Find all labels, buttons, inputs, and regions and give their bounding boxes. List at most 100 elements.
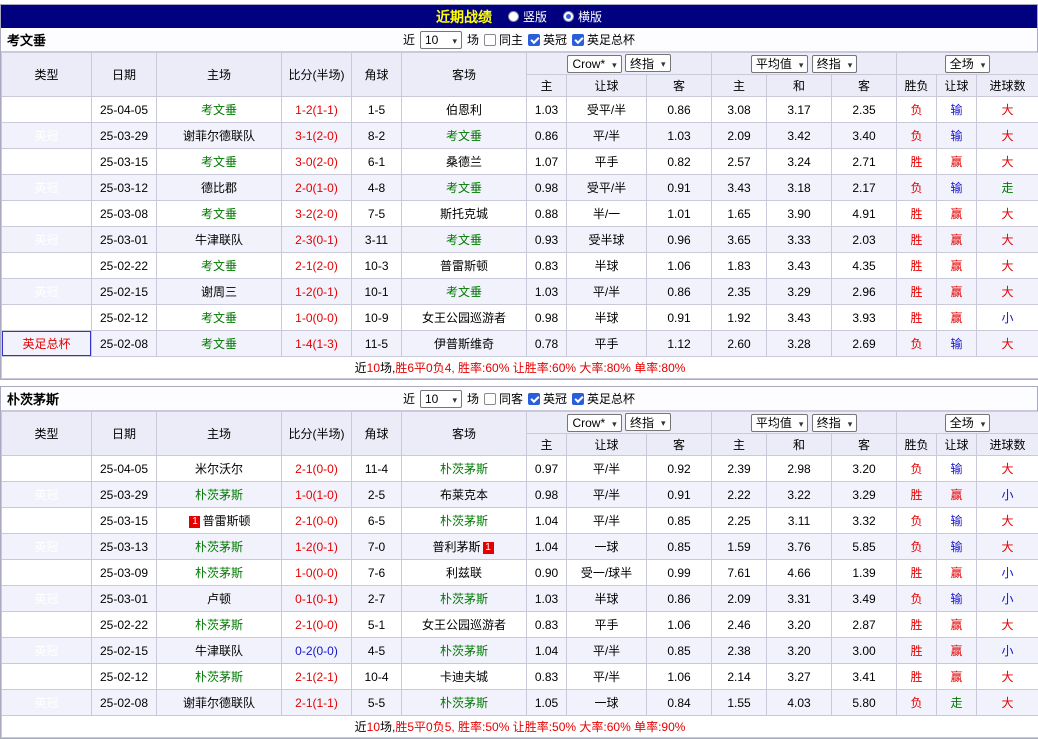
result-wdl: 胜: [897, 482, 937, 508]
checkbox-icon[interactable]: [528, 34, 540, 46]
euro-company-value: 平均值: [756, 55, 792, 72]
euro-odds-home: 1.65: [712, 201, 767, 227]
match-row: 英冠 25-02-15 牛津联队 0-2(0-0) 4-5 朴茨茅斯 1.04 …: [2, 638, 1038, 664]
handicap-odds-away: 0.84: [647, 690, 712, 716]
home-team: 谢周三: [157, 279, 282, 305]
checkbox-icon[interactable]: [572, 393, 584, 405]
competition-badge: 英冠: [2, 612, 92, 638]
euro-odds-home: 2.39: [712, 456, 767, 482]
euro-odds-away: 4.91: [832, 201, 897, 227]
red-card-badge: 1: [189, 516, 200, 528]
match-date: 25-03-01: [92, 227, 157, 253]
competition-badge: 英冠: [2, 638, 92, 664]
col-euro-away: 客: [832, 434, 897, 456]
handicap-odds-away: 0.92: [647, 456, 712, 482]
col-odds-handicap: 让球: [567, 434, 647, 456]
match-row: 英冠 25-03-15 考文垂 3-0(2-0) 6-1 桑德兰 1.07 平手…: [2, 149, 1038, 175]
radio-label: 竖版: [523, 8, 547, 25]
result-total-goals: 大: [977, 123, 1038, 149]
match-row: 英冠 25-04-05 米尔沃尔 2-1(0-0) 11-4 朴茨茅斯 0.97…: [2, 456, 1038, 482]
radio-icon[interactable]: [563, 11, 574, 22]
handicap-odds-away: 0.86: [647, 279, 712, 305]
scope-select[interactable]: 全场: [945, 55, 991, 73]
home-team-name: 牛津联队: [195, 233, 243, 247]
match-row: 英冠 25-02-22 朴茨茅斯 2-1(0-0) 5-1 女王公园巡游者 0.…: [2, 612, 1038, 638]
match-row: 英足总杯 25-02-08 考文垂 1-4(1-3) 11-5 伊普斯维奇 0.…: [2, 331, 1038, 357]
euro-stage-value: 终指: [817, 55, 841, 72]
home-team: 米尔沃尔: [157, 456, 282, 482]
result-total-goals: 大: [977, 508, 1038, 534]
score: 2-3(0-1): [282, 227, 352, 253]
home-team-name: 朴茨茅斯: [195, 670, 243, 684]
match-date: 25-03-12: [92, 175, 157, 201]
euro-stage-select[interactable]: 终指: [812, 55, 858, 73]
layout-radio-vertical[interactable]: 竖版: [508, 8, 547, 25]
odds-stage-select[interactable]: 终指: [625, 413, 671, 431]
competition-badge: 英冠: [2, 253, 92, 279]
col-odds-home: 主: [527, 75, 567, 97]
euro-company-select[interactable]: 平均值: [751, 55, 809, 73]
competition-badge: 英冠: [2, 664, 92, 690]
layout-radio-horizontal[interactable]: 横版: [563, 8, 602, 25]
checkbox-icon[interactable]: [484, 393, 496, 405]
home-team-name: 考文垂: [201, 155, 237, 169]
dropdown-arrow-icon: [661, 56, 666, 70]
competition-badge: 英冠: [2, 279, 92, 305]
checkbox-icon[interactable]: [528, 393, 540, 405]
odds-company-select[interactable]: Crow*: [567, 55, 621, 73]
corners: 10-4: [352, 664, 402, 690]
euro-stage-select[interactable]: 终指: [812, 414, 858, 432]
competition-badge: 英冠: [2, 175, 92, 201]
filter-controls: 近 10 场 同主 英冠 英足总杯: [403, 31, 635, 49]
euro-company-select[interactable]: 平均值: [751, 414, 809, 432]
match-row: 英冠 25-02-22 考文垂 2-1(2-0) 10-3 普雷斯顿 0.83 …: [2, 253, 1038, 279]
result-total-goals: 大: [977, 331, 1038, 357]
same-venue-checkbox[interactable]: 同客: [484, 390, 523, 407]
score: 2-1(2-0): [282, 253, 352, 279]
handicap-odds-home: 1.04: [527, 534, 567, 560]
match-date: 25-03-29: [92, 482, 157, 508]
score: 3-0(2-0): [282, 149, 352, 175]
corners: 7-5: [352, 201, 402, 227]
match-count-select[interactable]: 10: [420, 31, 462, 49]
summary-segment: 场,: [380, 720, 395, 734]
away-team-name: 考文垂: [446, 285, 482, 299]
match-date: 25-02-15: [92, 638, 157, 664]
home-team: 朴茨茅斯: [157, 534, 282, 560]
euro-odds-away: 1.39: [832, 560, 897, 586]
away-team: 考文垂: [402, 227, 527, 253]
col-home: 主场: [157, 53, 282, 97]
handicap-odds-home: 0.83: [527, 664, 567, 690]
match-count-value: 10: [425, 33, 438, 47]
col-result-wdl: 胜负: [897, 434, 937, 456]
checkbox-label: 英足总杯: [587, 31, 635, 48]
checkbox-icon[interactable]: [484, 34, 496, 46]
handicap-odds-home: 1.03: [527, 586, 567, 612]
header-row-1: 类型 日期 主场 比分(半场) 角球 客场 Crow* 终指 平均值 终指: [2, 53, 1038, 75]
checkbox-icon[interactable]: [572, 34, 584, 46]
away-team: 斯托克城: [402, 201, 527, 227]
odds-stage-select[interactable]: 终指: [625, 54, 671, 72]
cup-filter-checkbox[interactable]: 英足总杯: [572, 390, 635, 407]
match-count-select[interactable]: 10: [420, 390, 462, 408]
euro-odds-home: 2.46: [712, 612, 767, 638]
home-team: 考文垂: [157, 305, 282, 331]
corners: 2-7: [352, 586, 402, 612]
handicap-line: 一球: [567, 690, 647, 716]
scope-select[interactable]: 全场: [945, 414, 991, 432]
away-team-name: 考文垂: [446, 129, 482, 143]
euro-odds-draw: 3.43: [767, 305, 832, 331]
league-filter-checkbox[interactable]: 英冠: [528, 31, 567, 48]
col-odds-away: 客: [647, 75, 712, 97]
col-euro-draw: 和: [767, 434, 832, 456]
euro-odds-home: 3.43: [712, 175, 767, 201]
result-total-goals: 大: [977, 612, 1038, 638]
cup-filter-checkbox[interactable]: 英足总杯: [572, 31, 635, 48]
same-venue-checkbox[interactable]: 同主: [484, 31, 523, 48]
radio-icon[interactable]: [508, 11, 519, 22]
match-date: 25-02-12: [92, 305, 157, 331]
corners: 3-11: [352, 227, 402, 253]
league-filter-checkbox[interactable]: 英冠: [528, 390, 567, 407]
odds-company-select[interactable]: Crow*: [567, 414, 621, 432]
col-odds-away: 客: [647, 434, 712, 456]
